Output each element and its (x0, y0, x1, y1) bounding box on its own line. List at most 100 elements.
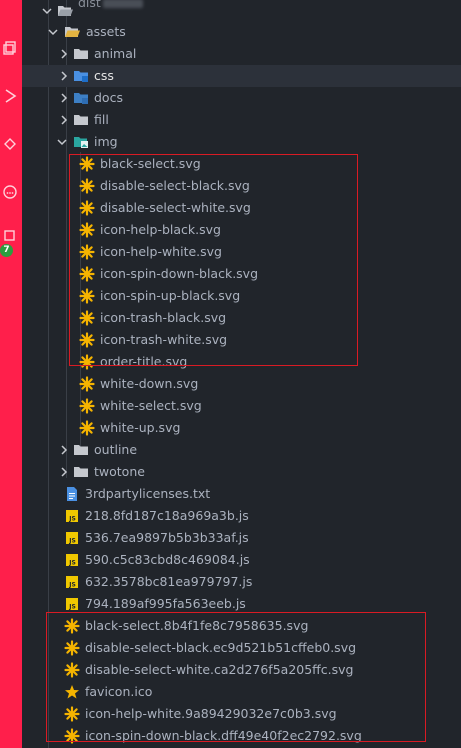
js-file-icon: JS (64, 508, 80, 524)
file-row[interactable]: icon-spin-up-black.svg (22, 285, 461, 307)
tree-folder-twotone[interactable]: twotone (22, 461, 461, 483)
folder-icon (73, 464, 89, 480)
file-row[interactable]: icon-help-white.svg (22, 241, 461, 263)
activity-bar: 7 (0, 0, 22, 748)
chevron-right-icon[interactable] (58, 48, 70, 60)
tree-folder-docs[interactable]: docs (22, 87, 461, 109)
folder-open-icon (57, 3, 73, 19)
file-row[interactable]: 3rdpartylicenses.txt (22, 483, 461, 505)
chevron-right-icon[interactable] (58, 92, 70, 104)
file-label: disable-select-black.svg (100, 178, 250, 193)
file-row[interactable]: JS 218.8fd187c18a969a3b.js (22, 505, 461, 527)
tree-folder-css[interactable]: css (22, 65, 461, 87)
file-row[interactable]: JS 794.189af995fa563eeb.js (22, 593, 461, 615)
folder-label-assets: assets (86, 24, 126, 39)
file-row[interactable]: disable-select-white.ca2d276f5a205ffc.sv… (22, 659, 461, 681)
tree-folder-img[interactable]: img (22, 131, 461, 153)
file-row[interactable]: icon-help-black.svg (22, 219, 461, 241)
file-label: icon-spin-down-black.dff49e40f2ec2792.sv… (85, 728, 362, 743)
js-file-icon: JS (64, 552, 80, 568)
js-file-icon: JS (64, 596, 80, 612)
chevron-down-icon[interactable] (47, 26, 59, 38)
docs-folder-icon (73, 90, 89, 106)
file-row[interactable]: JS 590.c5c83cbd8c469084.js (22, 549, 461, 571)
run-icon[interactable] (2, 88, 18, 104)
svg-file-icon (64, 706, 80, 722)
folder-label-fill: fill (94, 112, 109, 127)
tree-folder-fill[interactable]: fill (22, 109, 461, 131)
svg-file-icon (79, 376, 95, 392)
file-label: order-title.svg (100, 354, 188, 369)
file-label: white-select.svg (100, 398, 202, 413)
file-label: 218.8fd187c18a969a3b.js (85, 508, 249, 523)
file-label: disable-select-white.ca2d276f5a205ffc.sv… (85, 662, 354, 677)
chevron-down-icon[interactable] (56, 136, 68, 148)
blurred-text (102, 0, 143, 8)
file-row[interactable]: JS 536.7ea9897b5b3b33af.js (22, 527, 461, 549)
file-row[interactable]: white-select.svg (22, 395, 461, 417)
folder-icon (73, 46, 89, 62)
extensions-icon[interactable] (2, 228, 18, 244)
svg-file-icon (64, 640, 80, 656)
file-label: icon-spin-up-black.svg (100, 288, 241, 303)
file-row[interactable]: order-title.svg (22, 351, 461, 373)
svg-file-icon (79, 222, 95, 238)
file-row[interactable]: black-select.8b4f1fe8c7958635.svg (22, 615, 461, 637)
file-row[interactable]: white-down.svg (22, 373, 461, 395)
file-label: icon-spin-down-black.svg (100, 266, 259, 281)
extensions-badge: 7 (0, 244, 13, 257)
image-folder-icon (73, 134, 89, 150)
file-row[interactable]: icon-trash-white.svg (22, 329, 461, 351)
tree-folder-animal[interactable]: animal (22, 43, 461, 65)
svg-file-icon (79, 244, 95, 260)
file-label: black-select.svg (100, 156, 201, 171)
file-row[interactable]: black-select.svg (22, 153, 461, 175)
file-label: icon-trash-white.svg (100, 332, 228, 347)
copy-icon[interactable] (2, 40, 18, 56)
file-label: 3rdpartylicenses.txt (85, 486, 211, 501)
file-row[interactable]: icon-spin-down-black.dff49e40f2ec2792.sv… (22, 725, 461, 747)
file-label: white-up.svg (100, 420, 181, 435)
folder-icon (73, 442, 89, 458)
svg-file-icon (79, 354, 95, 370)
folder-label-dist: dist (78, 0, 143, 14)
chevron-right-icon[interactable] (58, 70, 70, 82)
file-label: 590.c5c83cbd8c469084.js (85, 552, 250, 567)
file-row[interactable]: favicon.ico (22, 681, 461, 703)
file-label: white-down.svg (100, 376, 199, 391)
chevron-down-icon[interactable] (41, 5, 53, 17)
file-label: black-select.8b4f1fe8c7958635.svg (85, 618, 309, 633)
svg-text:JS: JS (68, 582, 76, 589)
svg-file-icon (64, 618, 80, 634)
debug-icon[interactable] (2, 184, 18, 200)
chevron-right-icon[interactable] (58, 466, 70, 478)
source-control-icon[interactable] (2, 136, 18, 152)
file-label: 632.3578bc81ea979797.js (85, 574, 253, 589)
file-row[interactable]: disable-select-black.ec9d521b51cffeb0.sv… (22, 637, 461, 659)
file-row[interactable]: icon-trash-black.svg (22, 307, 461, 329)
folder-open-icon (64, 24, 80, 40)
svg-file-icon (79, 332, 95, 348)
file-label: disable-select-black.ec9d521b51cffeb0.sv… (85, 640, 357, 655)
folder-label-outline: outline (94, 442, 138, 457)
chevron-right-icon[interactable] (58, 114, 70, 126)
tree-folder-assets[interactable]: assets (22, 21, 461, 43)
svg-file-icon (64, 662, 80, 678)
favicon-star-icon (64, 684, 80, 700)
file-row[interactable]: JS 632.3578bc81ea979797.js (22, 571, 461, 593)
svg-file-icon (79, 178, 95, 194)
file-row[interactable]: white-up.svg (22, 417, 461, 439)
file-row[interactable]: disable-select-white.svg (22, 197, 461, 219)
file-row[interactable]: icon-help-white.9a89429032e7c0b3.svg (22, 703, 461, 725)
file-row[interactable]: icon-spin-down-black.svg (22, 263, 461, 285)
file-label: disable-select-white.svg (100, 200, 251, 215)
svg-file-icon (79, 156, 95, 172)
chevron-right-icon[interactable] (58, 444, 70, 456)
file-row[interactable]: disable-select-black.svg (22, 175, 461, 197)
folder-icon (73, 112, 89, 128)
folder-label-twotone: twotone (94, 464, 145, 479)
tree-folder-outline[interactable]: outline (22, 439, 461, 461)
tree-folder-dist[interactable]: dist (22, 0, 461, 22)
svg-file-icon (79, 266, 95, 282)
svg-file-icon (79, 398, 95, 414)
